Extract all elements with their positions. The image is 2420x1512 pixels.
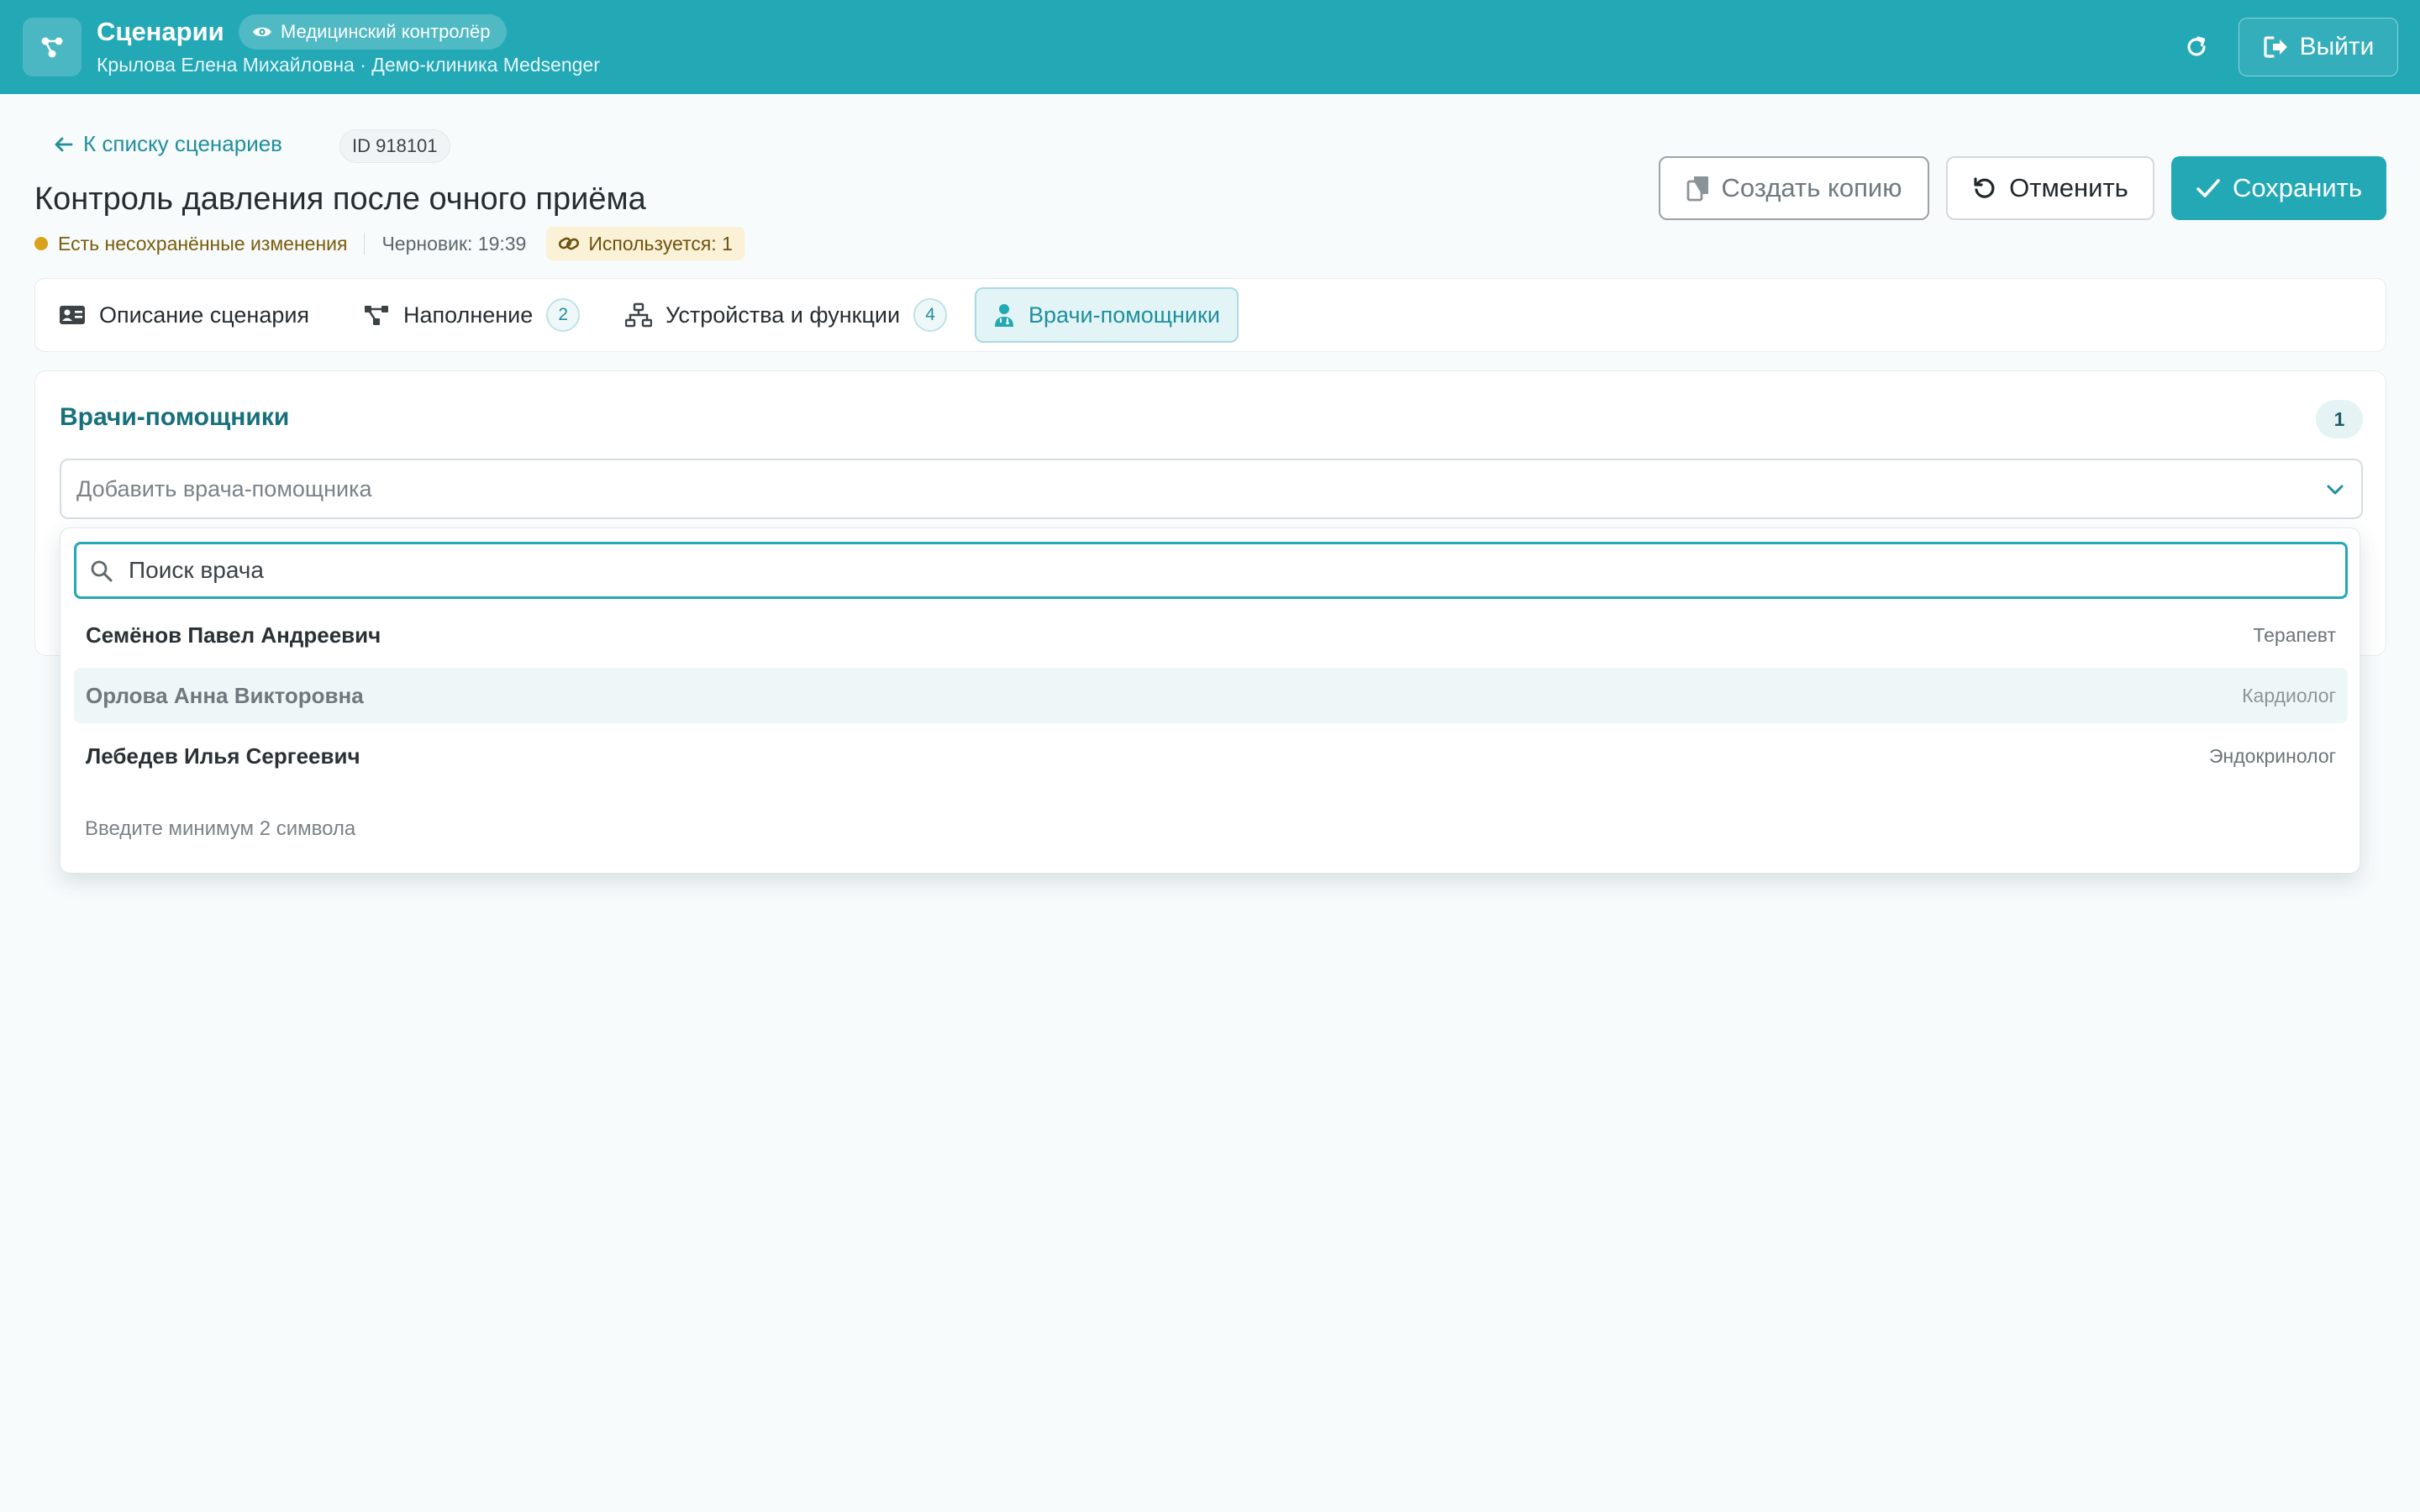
scenario-id-badge: ID 918101 [339, 129, 450, 163]
tab-content-count: 2 [546, 298, 581, 332]
undo-icon [1974, 177, 1995, 198]
tab-devices-count: 4 [913, 298, 948, 332]
cancel-label: Отменить [2009, 173, 2128, 202]
doctor-option[interactable]: Семёнов Павел Андреевич Терапевт [74, 607, 2348, 663]
section-title: Врачи-помощники [60, 403, 290, 431]
refresh-button[interactable] [2178, 29, 2215, 66]
nodes-icon [365, 306, 388, 325]
usage-label: Используется: 1 [588, 232, 733, 255]
create-copy-label: Создать копию [1721, 173, 1902, 202]
assistants-count-badge: 1 [2316, 400, 2363, 438]
role-badge: Медицинский контролёр [239, 14, 508, 50]
doctor-name: Семёнов Павел Андреевич [86, 622, 381, 648]
arrow-left-icon [55, 137, 73, 151]
user-info: Крылова Елена Михайловна · Демо-клиника … [97, 54, 600, 76]
divider [364, 233, 366, 255]
tab-devices[interactable]: Устройства и функции 4 [608, 287, 964, 343]
app-title: Сценарии [97, 17, 224, 46]
doctor-name: Орлова Анна Викторовна [86, 682, 364, 708]
tab-assistant-doctors[interactable]: Врачи-помощники [975, 287, 1239, 343]
eye-icon [253, 27, 271, 37]
app-header: Сценарии Медицинский контролёр Крылова Е… [0, 0, 2420, 94]
page-title: Контроль давления после очного приёма [34, 181, 646, 217]
doctor-search-input[interactable] [129, 544, 2330, 596]
logout-button[interactable]: Выйти [2238, 18, 2398, 76]
tab-description-label: Описание сценария [99, 302, 310, 328]
tab-content[interactable]: Наполнение 2 [346, 287, 597, 343]
doctor-option[interactable]: Лебедев Илья Сергеевич Эндокринолог [74, 728, 2348, 784]
save-label: Сохранить [2232, 173, 2363, 202]
sign-out-icon [2263, 36, 2287, 58]
doctor-icon [995, 304, 1013, 327]
sitemap-icon [625, 302, 652, 328]
status-row: Есть несохранённые изменения Черновик: 1… [34, 227, 744, 260]
chevron-down-icon [2327, 485, 2344, 495]
tab-content-label: Наполнение [403, 302, 534, 328]
save-button[interactable]: Сохранить [2171, 156, 2386, 220]
draft-time: Черновик: 19:39 [381, 232, 527, 255]
search-hint: Введите минимум 2 символа [85, 817, 356, 840]
doctor-option[interactable]: Орлова Анна Викторовна Кардиолог [74, 668, 2348, 723]
role-badge-label: Медицинский контролёр [281, 21, 491, 42]
logo[interactable] [23, 18, 82, 76]
doctor-specialty: Кардиолог [2242, 684, 2336, 706]
tab-description[interactable]: Описание сценария [42, 287, 326, 343]
tab-assistant-doctors-label: Врачи-помощники [1028, 302, 1220, 328]
unsaved-status: Есть несохранённые изменения [58, 232, 348, 255]
doctor-name: Лебедев Илья Сергеевич [86, 743, 360, 769]
usage-badge: Используется: 1 [546, 227, 744, 260]
copy-icon [1686, 176, 1708, 202]
check-icon [2196, 179, 2220, 197]
create-copy-button[interactable]: Создать копию [1659, 156, 1929, 220]
tab-devices-label: Устройства и функции [666, 302, 901, 328]
id-card-icon [60, 306, 85, 324]
doctor-search-field[interactable] [74, 542, 2348, 599]
unsaved-dot [34, 237, 48, 250]
nodes-icon [41, 37, 63, 58]
cancel-button[interactable]: Отменить [1946, 156, 2154, 220]
logout-label: Выйти [2299, 33, 2375, 60]
add-assistant-placeholder: Добавить врача-помощника [76, 475, 372, 501]
search-icon [91, 560, 113, 582]
back-link-label: К списку сценариев [83, 131, 282, 156]
doctor-specialty: Терапевт [2253, 623, 2336, 646]
doctor-specialty: Эндокринолог [2209, 744, 2336, 767]
doctor-dropdown: Семёнов Павел Андреевич Терапевт Орлова … [60, 528, 2360, 874]
back-to-list-link[interactable]: К списку сценариев [53, 131, 282, 157]
link-icon [559, 237, 580, 250]
scenario-tabs: Описание сценария Наполнение 2 Устройств… [34, 278, 2386, 352]
refresh-icon [2187, 36, 2206, 56]
add-assistant-select[interactable]: Добавить врача-помощника [60, 459, 2363, 519]
